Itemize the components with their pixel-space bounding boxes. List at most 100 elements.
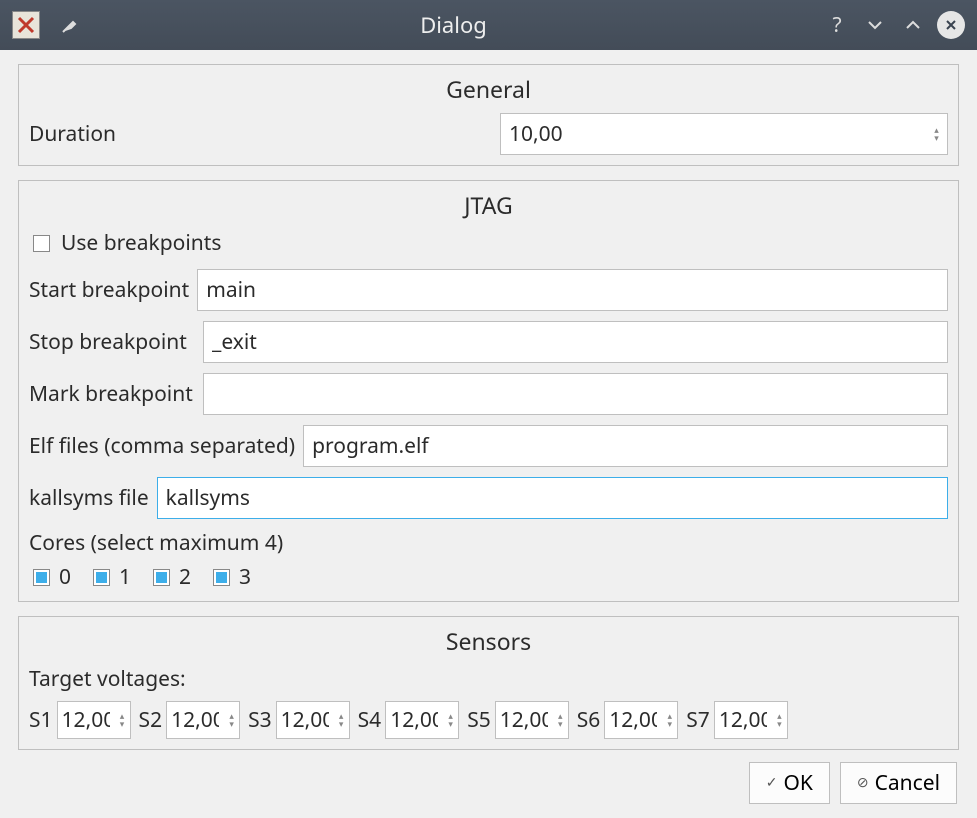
elf-files-input[interactable] bbox=[303, 425, 948, 467]
core-checkbox-1[interactable] bbox=[93, 569, 110, 586]
mark-breakpoint-label: Mark breakpoint bbox=[29, 380, 195, 408]
core-checkbox-3[interactable] bbox=[213, 569, 230, 586]
cancel-icon: ⊘ bbox=[857, 776, 869, 790]
app-icon bbox=[12, 11, 40, 39]
group-sensors: Sensors Target voltages: S1 S2 S3 bbox=[18, 616, 959, 750]
kallsyms-input[interactable] bbox=[157, 477, 948, 519]
group-title-general: General bbox=[29, 73, 948, 105]
row-elf-files: Elf files (comma separated) bbox=[29, 425, 948, 467]
chevron-down-icon[interactable] bbox=[558, 720, 563, 728]
core-label-2: 2 bbox=[179, 563, 191, 591]
chevron-down-icon[interactable] bbox=[339, 720, 344, 728]
duration-spinbox[interactable] bbox=[500, 113, 948, 155]
core-checkbox-2[interactable] bbox=[153, 569, 170, 586]
sensor-input-s3[interactable] bbox=[277, 702, 333, 738]
duration-label: Duration bbox=[29, 120, 492, 148]
close-icon[interactable] bbox=[937, 11, 965, 39]
sensor-spinbox-s2[interactable] bbox=[166, 701, 240, 739]
stop-breakpoint-input[interactable] bbox=[203, 321, 948, 363]
start-breakpoint-input[interactable] bbox=[197, 269, 948, 311]
cancel-button-label: Cancel bbox=[875, 769, 940, 797]
sensor-spin-s4[interactable] bbox=[442, 702, 458, 738]
sensor-input-s6[interactable] bbox=[605, 702, 661, 738]
sensor-spin-s1[interactable] bbox=[114, 702, 130, 738]
sensor-input-s2[interactable] bbox=[167, 702, 223, 738]
sensor-input-s1[interactable] bbox=[58, 702, 114, 738]
duration-spin-buttons[interactable] bbox=[925, 114, 947, 154]
sensor-item-s5: S5 bbox=[467, 701, 569, 739]
dialog-content: General Duration JTAG Use breakpoints St… bbox=[0, 50, 977, 818]
sensor-spin-s5[interactable] bbox=[552, 702, 568, 738]
ok-button-label: OK bbox=[783, 769, 812, 797]
core-label-1: 1 bbox=[119, 563, 131, 591]
row-kallsyms: kallsyms file bbox=[29, 477, 948, 519]
group-title-jtag: JTAG bbox=[29, 189, 948, 221]
sensors-grid: S1 S2 S3 S4 bbox=[29, 701, 948, 739]
elf-files-label: Elf files (comma separated) bbox=[29, 432, 295, 460]
mark-breakpoint-input[interactable] bbox=[203, 373, 948, 415]
core-label-3: 3 bbox=[239, 563, 251, 591]
pin-icon[interactable] bbox=[56, 11, 84, 39]
maximize-icon[interactable] bbox=[899, 11, 927, 39]
core-label-0: 0 bbox=[59, 563, 71, 591]
help-icon[interactable]: ? bbox=[823, 11, 851, 39]
row-duration: Duration bbox=[29, 113, 948, 155]
window-controls: ? bbox=[823, 11, 965, 39]
row-use-breakpoints: Use breakpoints bbox=[29, 229, 948, 257]
row-stop-breakpoint: Stop breakpoint bbox=[29, 321, 948, 363]
group-jtag: JTAG Use breakpoints Start breakpoint St… bbox=[18, 180, 959, 602]
sensor-input-s4[interactable] bbox=[386, 702, 442, 738]
stop-breakpoint-label: Stop breakpoint bbox=[29, 328, 195, 356]
core-checkbox-0[interactable] bbox=[33, 569, 50, 586]
core-item-3: 3 bbox=[209, 563, 251, 591]
sensor-item-s1: S1 bbox=[29, 701, 131, 739]
sensor-item-s6: S6 bbox=[577, 701, 679, 739]
sensor-input-s5[interactable] bbox=[496, 702, 552, 738]
target-voltages-label: Target voltages: bbox=[29, 665, 948, 693]
sensor-spin-s6[interactable] bbox=[661, 702, 677, 738]
use-breakpoints-label: Use breakpoints bbox=[61, 229, 221, 257]
sensor-spinbox-s7[interactable] bbox=[714, 701, 788, 739]
group-title-sensors: Sensors bbox=[29, 625, 948, 657]
sensor-spin-s3[interactable] bbox=[333, 702, 349, 738]
sensor-label-s7: S7 bbox=[686, 706, 710, 734]
sensor-spinbox-s6[interactable] bbox=[604, 701, 678, 739]
group-general: General Duration bbox=[18, 64, 959, 166]
core-item-1: 1 bbox=[89, 563, 131, 591]
kallsyms-label: kallsyms file bbox=[29, 484, 149, 512]
sensor-item-s7: S7 bbox=[686, 701, 788, 739]
chevron-down-icon[interactable] bbox=[934, 134, 939, 142]
chevron-down-icon[interactable] bbox=[229, 720, 234, 728]
sensor-label-s3: S3 bbox=[248, 706, 272, 734]
sensor-item-s2: S2 bbox=[139, 701, 241, 739]
sensor-item-s3: S3 bbox=[248, 701, 350, 739]
sensor-spin-s2[interactable] bbox=[223, 702, 239, 738]
window-title: Dialog bbox=[84, 10, 823, 40]
check-icon: ✓ bbox=[766, 776, 778, 790]
chevron-down-icon[interactable] bbox=[448, 720, 453, 728]
cores-row: 0 1 2 3 bbox=[29, 563, 948, 591]
use-breakpoints-checkbox[interactable] bbox=[33, 235, 50, 252]
sensor-label-s1: S1 bbox=[29, 706, 53, 734]
sensor-label-s5: S5 bbox=[467, 706, 491, 734]
sensor-spinbox-s1[interactable] bbox=[57, 701, 131, 739]
sensor-label-s4: S4 bbox=[358, 706, 382, 734]
sensor-spinbox-s5[interactable] bbox=[495, 701, 569, 739]
sensor-label-s2: S2 bbox=[139, 706, 163, 734]
sensor-spin-s7[interactable] bbox=[771, 702, 787, 738]
sensor-item-s4: S4 bbox=[358, 701, 460, 739]
chevron-down-icon[interactable] bbox=[777, 720, 782, 728]
row-mark-breakpoint: Mark breakpoint bbox=[29, 373, 948, 415]
ok-button[interactable]: ✓ OK bbox=[749, 762, 830, 804]
core-item-2: 2 bbox=[149, 563, 191, 591]
minimize-icon[interactable] bbox=[861, 11, 889, 39]
sensor-spinbox-s3[interactable] bbox=[276, 701, 350, 739]
sensor-input-s7[interactable] bbox=[715, 702, 771, 738]
sensor-label-s6: S6 bbox=[577, 706, 601, 734]
chevron-down-icon[interactable] bbox=[668, 720, 673, 728]
cancel-button[interactable]: ⊘ Cancel bbox=[840, 762, 957, 804]
start-breakpoint-label: Start breakpoint bbox=[29, 276, 189, 304]
duration-input[interactable] bbox=[501, 114, 925, 154]
sensor-spinbox-s4[interactable] bbox=[385, 701, 459, 739]
chevron-down-icon[interactable] bbox=[120, 720, 125, 728]
